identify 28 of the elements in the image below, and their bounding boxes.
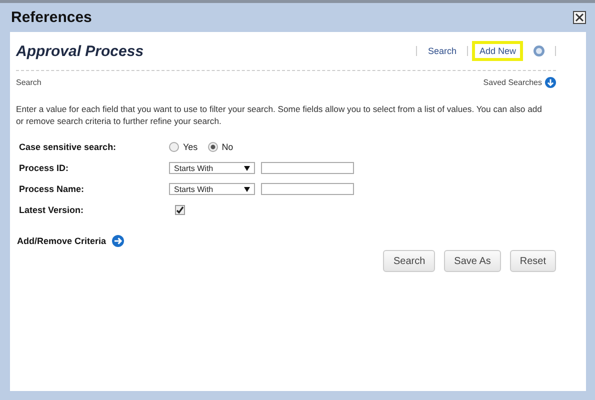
page-title: Approval Process bbox=[16, 42, 144, 60]
instructions-text: Enter a value for each field that you want to use to filter your search. Some fields allow you to select from a list of values. You can also add or remove search criteria to further refine your search. bbox=[16, 103, 543, 127]
help-icon[interactable] bbox=[533, 45, 545, 57]
field-label: Process Name: bbox=[19, 184, 86, 194]
field-label: Latest Version: bbox=[19, 205, 85, 215]
field-label: Process ID: bbox=[19, 163, 70, 173]
radio-option[interactable]: Yes bbox=[169, 142, 198, 152]
header-link[interactable]: Add New bbox=[472, 41, 523, 61]
dropdown-triangle-icon bbox=[244, 186, 250, 192]
operator-dropdown[interactable]: Starts With bbox=[169, 183, 255, 195]
dropdown-triangle-icon bbox=[244, 166, 250, 170]
close-button[interactable] bbox=[573, 11, 586, 24]
right-arrow-icon[interactable] bbox=[112, 235, 124, 247]
operator-dropdown[interactable]: Starts With bbox=[169, 162, 255, 174]
section-label: Search bbox=[16, 78, 42, 86]
saved-searches-link[interactable]: Saved Searches bbox=[483, 78, 542, 86]
field-label: Case sensitive search: bbox=[19, 142, 118, 152]
radio-option[interactable]: No bbox=[208, 142, 234, 152]
text-field[interactable] bbox=[261, 183, 354, 195]
text-field[interactable] bbox=[261, 162, 354, 174]
header-link[interactable]: Search bbox=[420, 41, 464, 61]
window-title: References bbox=[10, 9, 92, 26]
down-arrow-icon[interactable] bbox=[545, 76, 556, 88]
add-remove-criteria-link[interactable]: Add/Remove Criteria bbox=[17, 236, 106, 246]
action-button[interactable]: Save As bbox=[444, 250, 501, 272]
action-button[interactable]: Search bbox=[383, 250, 436, 272]
action-button[interactable]: Reset bbox=[510, 250, 556, 272]
checkbox[interactable] bbox=[175, 205, 185, 215]
